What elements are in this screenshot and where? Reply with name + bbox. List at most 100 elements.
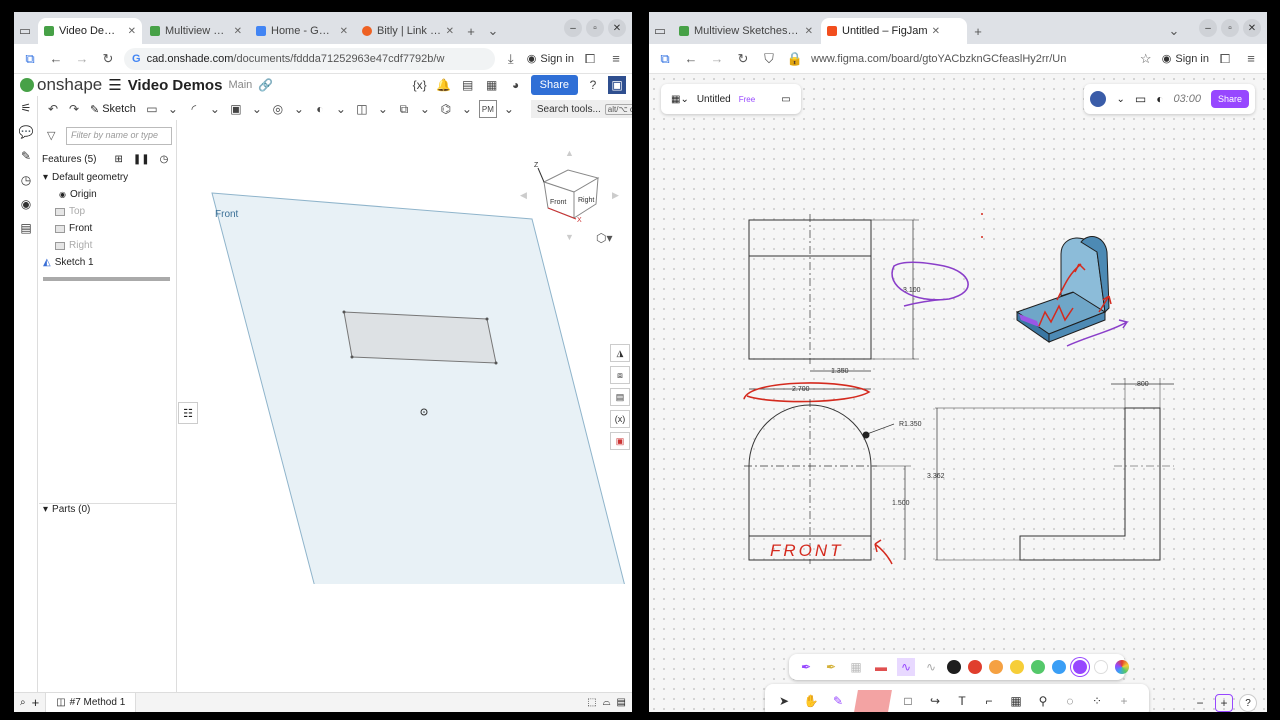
close-window-icon[interactable]: ✕ xyxy=(1243,19,1261,37)
stamp-tool-icon[interactable]: ⚲ xyxy=(1034,692,1052,710)
close-icon[interactable]: ✕ xyxy=(234,26,242,37)
hamburger-menu-icon[interactable]: ☰ xyxy=(108,76,121,94)
forward-icon[interactable]: → xyxy=(72,49,92,69)
forward-icon[interactable]: → xyxy=(707,49,727,69)
tab-figjam-untitled[interactable]: Untitled – FigJam ✕ xyxy=(821,18,967,44)
extensions-puzzle-icon[interactable]: ⧠ xyxy=(580,49,600,69)
marker-tool-icon[interactable]: ✒ xyxy=(797,658,815,676)
tab-bitly[interactable]: Bitly | Link Dash ✕ xyxy=(356,18,460,44)
comments-icon[interactable]: 💬 xyxy=(14,120,38,144)
graphics-area[interactable]: Front Front Right Z X ▲ ◀ ▶ ▼ ⬡▾ ☷ xyxy=(178,120,632,692)
edit-icon[interactable]: ✎ xyxy=(14,144,38,168)
learning-icon[interactable]: ◕ xyxy=(507,76,525,94)
move-tool-icon[interactable]: ➤ xyxy=(775,692,793,710)
measure-icon[interactable]: ⧈ xyxy=(610,366,630,384)
tree-item-front[interactable]: Front xyxy=(39,220,176,237)
url-field[interactable]: www.figma.com/board/gtoYACbzknGCfeaslHy2… xyxy=(811,47,1130,70)
color-swatch-orange[interactable] xyxy=(989,660,1003,674)
menu-icon[interactable]: ≡ xyxy=(606,49,626,69)
lock-icon[interactable]: 🔒 xyxy=(785,49,805,69)
extensions-puzzle-icon[interactable]: ⧠ xyxy=(1215,49,1235,69)
bookmark-star-icon[interactable]: ☆ xyxy=(1136,49,1156,69)
tree-item-origin[interactable]: ◉ Origin xyxy=(39,186,176,203)
back-icon[interactable]: ← xyxy=(681,49,701,69)
download-icon[interactable]: ⤓ xyxy=(501,49,521,69)
cube-arrow-down-icon[interactable]: ▼ xyxy=(565,232,574,242)
appearance-icon[interactable]: ◮ xyxy=(610,344,630,362)
hand-tool-icon[interactable]: ✋ xyxy=(802,692,820,710)
figjam-canvas[interactable]: ▦⌄ Untitled Free ▭ ⌄ ▭ ◐ 03:00 Share 3.1… xyxy=(649,74,1267,712)
add-tab-icon[interactable]: + xyxy=(32,695,40,710)
color-swatch-purple[interactable] xyxy=(1073,660,1087,674)
minimize-icon[interactable]: – xyxy=(1199,19,1217,37)
transform-icon[interactable]: ◐ xyxy=(311,100,329,118)
release-icon[interactable]: ▤ xyxy=(459,76,477,94)
shell-icon[interactable]: ▣ xyxy=(227,100,245,118)
section-tool-icon[interactable]: ⌐ xyxy=(980,692,998,710)
help-icon[interactable]: ? xyxy=(584,76,602,94)
tree-item-default-geometry[interactable]: ▾ Default geometry xyxy=(39,169,176,186)
variable-table-icon[interactable]: (x) xyxy=(610,410,630,428)
color-swatch-green[interactable] xyxy=(1031,660,1045,674)
share-button[interactable]: Share xyxy=(530,75,578,95)
tab-search-icon[interactable]: ▭ xyxy=(649,18,671,44)
chevron-down-icon[interactable]: ⌄ xyxy=(374,100,392,118)
custom-color-icon[interactable] xyxy=(1115,660,1129,674)
cube-arrow-right-icon[interactable]: ▶ xyxy=(612,190,619,200)
display-mode-icon[interactable]: ⬚ xyxy=(587,697,596,708)
isometric-part[interactable] xyxy=(1015,236,1130,347)
rollback-timer-icon[interactable]: ◷ xyxy=(160,154,169,165)
tab-multiview-sketches[interactable]: Multiview Sketches to Pr ✕ xyxy=(673,18,819,44)
reload-icon[interactable]: ↻ xyxy=(98,49,118,69)
document-title[interactable]: Video Demos xyxy=(128,77,223,94)
chevron-down-icon[interactable]: ⌄ xyxy=(332,100,350,118)
chevron-down-icon[interactable]: ⌄ xyxy=(290,100,308,118)
chevron-down-icon[interactable]: ⌄ xyxy=(1163,18,1185,44)
shield-icon[interactable]: ⛉ xyxy=(759,49,779,69)
close-icon[interactable]: ✕ xyxy=(446,26,454,37)
tab-google-home[interactable]: Home - Google ✕ xyxy=(250,18,354,44)
chevron-down-icon[interactable]: ⌄ xyxy=(500,100,518,118)
sketch-rectangle[interactable] xyxy=(343,311,497,364)
more-tools-icon[interactable]: ⁘ xyxy=(1088,692,1106,710)
sticky-note-icon[interactable] xyxy=(854,690,892,712)
apps-icon[interactable]: ▦ xyxy=(483,76,501,94)
feature-list-icon[interactable]: ⚟ xyxy=(14,96,38,120)
sketch-button[interactable]: ✎ Sketch xyxy=(86,103,140,116)
color-swatch-red[interactable] xyxy=(968,660,982,674)
chevron-down-icon[interactable]: ⌄ xyxy=(206,100,224,118)
chevron-down-icon[interactable]: ⌄ xyxy=(416,100,434,118)
add-feature-icon[interactable]: ⊞ xyxy=(114,154,122,165)
color-swatch-white[interactable] xyxy=(1094,660,1108,674)
front-view[interactable] xyxy=(744,399,911,564)
color-swatch-blue[interactable] xyxy=(1052,660,1066,674)
close-window-icon[interactable]: ✕ xyxy=(608,19,626,37)
branch-label[interactable]: Main xyxy=(228,79,252,91)
section-view-icon[interactable]: ▤ xyxy=(617,697,626,708)
table-tool-icon[interactable]: ▦ xyxy=(1007,692,1025,710)
undo-icon[interactable]: ↶ xyxy=(44,100,62,118)
add-icon[interactable]: + xyxy=(1115,692,1133,710)
rollback-bar[interactable] xyxy=(43,277,170,281)
tab-search-icon[interactable]: ▭ xyxy=(14,18,36,44)
onshape-logo[interactable]: onshape xyxy=(20,75,102,95)
connector-icon[interactable]: ↪ xyxy=(926,692,944,710)
chevron-down-icon[interactable]: ⌄ xyxy=(458,100,476,118)
front-plane[interactable] xyxy=(211,192,632,584)
sign-in-button[interactable]: ◉ Sign in xyxy=(1162,52,1209,66)
new-tab-icon[interactable]: + xyxy=(967,18,989,44)
side-view[interactable] xyxy=(935,378,1174,561)
notifications-icon[interactable]: 🔔 xyxy=(435,76,453,94)
part-studio-icon[interactable]: ▤ xyxy=(14,216,38,240)
extension-icon[interactable]: ⧉ xyxy=(20,49,40,69)
tree-item-sketch-1[interactable]: ◭ Sketch 1 xyxy=(39,254,176,271)
chevron-down-icon[interactable]: ⌄ xyxy=(482,18,504,44)
extension-icon[interactable]: ⧉ xyxy=(655,49,675,69)
reload-icon[interactable]: ↻ xyxy=(733,49,753,69)
versions-icon[interactable]: ◉ xyxy=(14,192,38,216)
feature-filter-input[interactable]: Filter by name or type xyxy=(66,127,172,145)
variables-icon[interactable]: {x} xyxy=(411,76,429,94)
eraser-tool-icon[interactable]: ▬ xyxy=(872,658,890,676)
cube-arrow-left-icon[interactable]: ◀ xyxy=(520,190,527,200)
annotation-circle-purple[interactable] xyxy=(891,261,969,307)
